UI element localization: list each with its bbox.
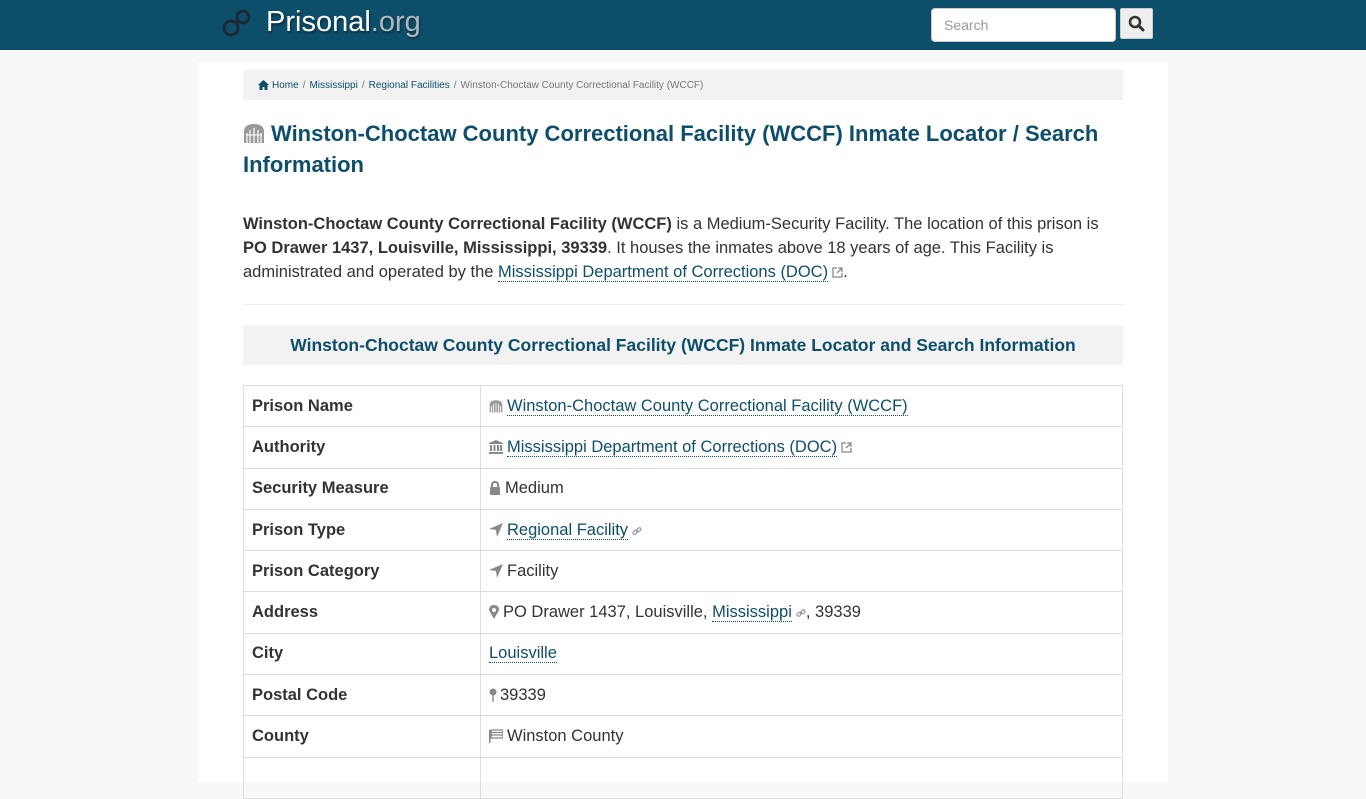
location-arrow-icon (489, 563, 503, 578)
county-value: Winston County (507, 727, 624, 746)
table-row: Address PO Drawer 1437, Louisville, Miss… (243, 591, 1123, 634)
handcuffs-icon (222, 9, 251, 36)
brand-tld: .org (370, 6, 421, 38)
table-row: City Louisville (243, 632, 1123, 676)
site-logo-link[interactable]: Prisonal .org (222, 6, 421, 39)
home-icon (258, 80, 269, 90)
row-label: Address (243, 591, 481, 634)
page-title: Winston-Choctaw County Correctional Faci… (243, 118, 1123, 180)
table-row: Security Measure Medium (243, 467, 1123, 510)
prison-category-value: Facility (507, 561, 559, 580)
row-value: Louisville (480, 632, 1123, 676)
row-value: 39339 (480, 674, 1123, 717)
table-row: Prison Name Winston-Choctaw County Corre… (243, 384, 1123, 428)
map-marker-icon (489, 605, 499, 620)
row-value: Regional Facility (480, 508, 1123, 552)
facility-info-table: Prison Name Winston-Choctaw County Corre… (243, 384, 1123, 799)
address-postal: , 39339 (805, 603, 861, 622)
intro-paragraph: Winston-Choctaw County Correctional Faci… (243, 212, 1123, 284)
breadcrumb-current: Winston-Choctaw County Correctional Faci… (460, 79, 704, 91)
prison-type-link[interactable]: Regional Facility (507, 520, 629, 540)
breadcrumb-state[interactable]: Mississippi (309, 80, 357, 91)
page-title-text: Winston-Choctaw County Correctional Faci… (243, 121, 1099, 177)
external-link-icon (832, 267, 843, 278)
row-value (480, 756, 1123, 799)
breadcrumb-separator: / (302, 79, 306, 91)
institution-icon (489, 439, 503, 454)
breadcrumb-category[interactable]: Regional Facilities (369, 80, 450, 91)
link-icon (796, 609, 806, 618)
link-icon (632, 526, 642, 535)
search-button[interactable] (1120, 8, 1153, 39)
external-link-icon (841, 442, 852, 453)
table-row: Authority Mississippi Department of Corr… (243, 426, 1123, 469)
table-row: Postal Code 39339 (243, 674, 1123, 717)
row-label: City (243, 632, 481, 676)
table-row: Prison Type Regional Facility (243, 508, 1123, 552)
breadcrumb-home[interactable]: Home (272, 80, 299, 91)
row-label: Prison Name (243, 384, 481, 428)
table-row: County Winston County (243, 715, 1123, 758)
flag-icon (489, 729, 503, 744)
brand-name: Prisonal (266, 6, 371, 38)
map-pin-icon (489, 688, 497, 702)
search-icon (1128, 15, 1145, 32)
row-label (243, 756, 481, 799)
row-value: Winston-Choctaw County Correctional Faci… (480, 384, 1123, 428)
intro-text: . (843, 263, 848, 281)
divider (243, 304, 1123, 305)
row-value: PO Drawer 1437, Louisville, Mississippi,… (480, 591, 1123, 634)
address-text: PO Drawer 1437, Louisville, (503, 603, 713, 622)
breadcrumb-separator: / (361, 79, 365, 91)
row-label: Prison Type (243, 508, 481, 552)
row-value: Winston County (480, 715, 1123, 758)
row-value: Mississippi Department of Corrections (D… (480, 426, 1123, 469)
city-link[interactable]: Louisville (489, 644, 557, 664)
row-value: Facility (480, 550, 1123, 593)
intro-text: is a Medium-Security Facility. The locat… (671, 215, 1099, 233)
security-measure-value: Medium (505, 479, 564, 498)
row-label: Postal Code (243, 674, 481, 717)
row-label: Security Measure (243, 467, 481, 510)
row-label: Authority (243, 426, 481, 469)
lock-icon (490, 481, 500, 496)
breadcrumb-separator: / (453, 79, 457, 91)
address-state-link[interactable]: Mississippi (712, 603, 792, 623)
row-label: Prison Category (243, 550, 481, 593)
building-icon (489, 399, 503, 413)
top-navbar: Prisonal .org (0, 0, 1366, 50)
intro-address: PO Drawer 1437, Louisville, Mississippi,… (243, 239, 608, 257)
building-icon (244, 124, 264, 143)
main-container: Home / Mississippi / Regional Facilities… (198, 62, 1168, 799)
row-label: County (243, 715, 481, 758)
postal-code-value: 39339 (500, 685, 546, 704)
search-input[interactable] (931, 8, 1116, 42)
location-arrow-icon (489, 522, 503, 537)
table-row (243, 756, 1123, 799)
prison-name-link[interactable]: Winston-Choctaw County Correctional Faci… (507, 396, 908, 416)
authority-link[interactable]: Mississippi Department of Corrections (D… (507, 437, 838, 457)
section-heading: Winston-Choctaw County Correctional Faci… (243, 325, 1123, 365)
table-row: Prison Category Facility (243, 550, 1123, 593)
breadcrumb: Home / Mississippi / Regional Facilities… (243, 70, 1123, 100)
intro-facility-name: Winston-Choctaw County Correctional Faci… (243, 215, 672, 233)
row-value: Medium (480, 467, 1123, 510)
intro-authority-link[interactable]: Mississippi Department of Corrections (D… (498, 263, 829, 282)
